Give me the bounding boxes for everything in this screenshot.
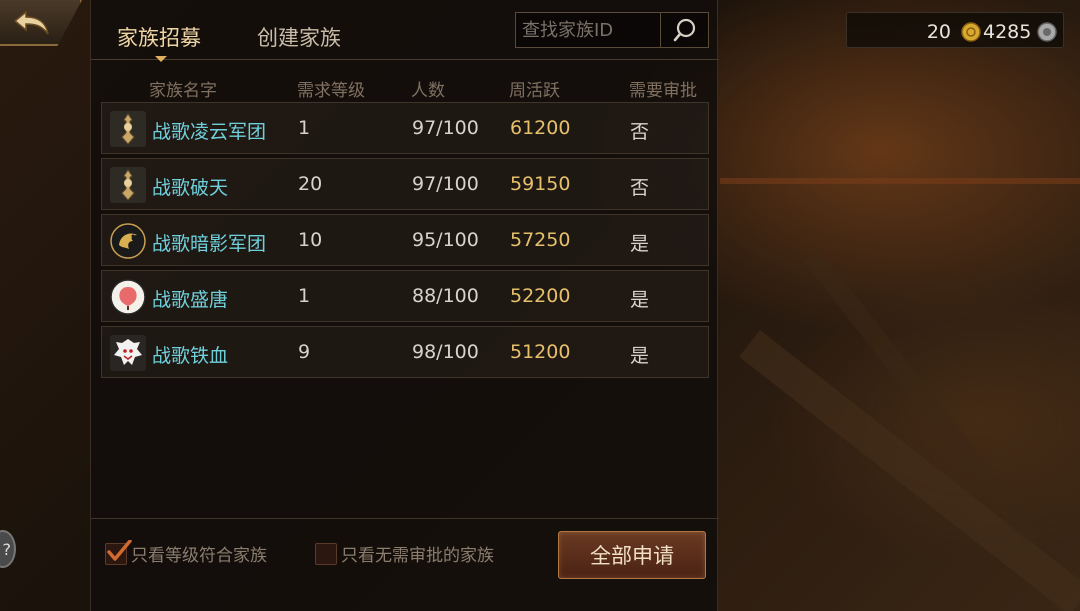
table-row[interactable]: 战歌铁血 9 98/100 51200 是 xyxy=(101,326,709,378)
required-level: 1 xyxy=(298,285,311,307)
header-member-count: 人数 xyxy=(411,81,445,101)
approval-required: 否 xyxy=(630,177,650,199)
gold-amount: 20 xyxy=(926,21,951,43)
search-icon xyxy=(673,18,695,42)
member-count: 88/100 xyxy=(412,285,479,307)
family-name: 战歌暗影军团 xyxy=(152,233,267,255)
table-row[interactable]: 战歌破天 20 97/100 59150 否 xyxy=(101,158,709,210)
header-family-name: 家族名字 xyxy=(149,81,217,101)
background-rail xyxy=(720,178,1080,184)
table-header: 家族名字 需求等级 人数 周活跃 需要审批 xyxy=(91,72,719,101)
family-name: 战歌铁血 xyxy=(152,345,229,367)
tab-bar: 家族招募 创建家族 xyxy=(91,0,719,62)
family-name: 战歌破天 xyxy=(152,177,229,199)
header-weekly-activity: 周活跃 xyxy=(509,81,560,101)
tab-family-recruit[interactable]: 家族招募 xyxy=(117,22,201,52)
currency-bar: 20 4285 xyxy=(846,12,1064,48)
search-box xyxy=(515,12,709,48)
family-name: 战歌凌云军团 xyxy=(152,121,267,143)
fan-emblem-icon xyxy=(110,279,146,315)
search-input[interactable] xyxy=(516,13,661,47)
member-count: 98/100 xyxy=(412,341,479,363)
header-required-level: 需求等级 xyxy=(297,81,365,101)
approval-required: 是 xyxy=(630,289,650,311)
gold-coin-icon xyxy=(961,22,981,42)
header-approval-required: 需要审批 xyxy=(629,81,697,101)
filter-level-match-label: 只看等级符合家族 xyxy=(131,546,267,566)
help-button[interactable]: ? xyxy=(0,530,16,568)
beast-emblem-icon xyxy=(110,335,146,371)
weekly-activity: 61200 xyxy=(510,117,571,139)
dragon-emblem-icon xyxy=(110,223,146,259)
weekly-activity: 57250 xyxy=(510,229,571,251)
trophy-emblem-icon xyxy=(110,167,146,203)
required-level: 9 xyxy=(298,341,311,363)
member-count: 95/100 xyxy=(412,229,479,251)
checkmark-icon xyxy=(107,539,132,561)
apply-all-button[interactable]: 全部申请 xyxy=(558,531,706,579)
filter-level-match-checkbox[interactable]: 只看等级符合家族 xyxy=(105,539,267,566)
tab-create-family[interactable]: 创建家族 xyxy=(257,22,341,52)
table-row[interactable]: 战歌凌云军团 1 97/100 61200 否 xyxy=(101,102,709,154)
back-button[interactable] xyxy=(0,0,82,46)
required-level: 10 xyxy=(298,229,323,251)
member-count: 97/100 xyxy=(412,117,479,139)
checkbox-box xyxy=(105,539,132,565)
filter-no-approval-label: 只看无需审批的家族 xyxy=(341,546,494,566)
table-row[interactable]: 战歌暗影军团 10 95/100 57250 是 xyxy=(101,214,709,266)
help-label: ? xyxy=(2,539,12,559)
approval-required: 是 xyxy=(630,233,650,255)
footer-divider xyxy=(91,518,719,519)
checkbox-box xyxy=(315,542,337,565)
approval-required: 否 xyxy=(630,121,650,143)
weekly-activity: 51200 xyxy=(510,341,571,363)
trophy-emblem-icon xyxy=(110,111,146,147)
required-level: 20 xyxy=(298,173,323,195)
approval-required: 是 xyxy=(630,345,650,367)
family-recruit-panel: 家族招募 创建家族 家族名字 需求等级 人数 周活跃 需要审批 战歌凌云军团 1 xyxy=(90,0,719,611)
member-count: 97/100 xyxy=(412,173,479,195)
silver-amount: 4285 xyxy=(983,21,1032,43)
filter-no-approval-checkbox[interactable]: 只看无需审批的家族 xyxy=(315,541,494,566)
weekly-activity: 59150 xyxy=(510,173,571,195)
silver-coin-icon xyxy=(1037,22,1057,42)
search-button[interactable] xyxy=(660,13,708,47)
family-name: 战歌盛唐 xyxy=(152,289,229,311)
weekly-activity: 52200 xyxy=(510,285,571,307)
back-arrow-icon xyxy=(12,8,52,42)
table-row[interactable]: 战歌盛唐 1 88/100 52200 是 xyxy=(101,270,709,322)
required-level: 1 xyxy=(298,117,311,139)
active-tab-indicator xyxy=(155,56,167,62)
